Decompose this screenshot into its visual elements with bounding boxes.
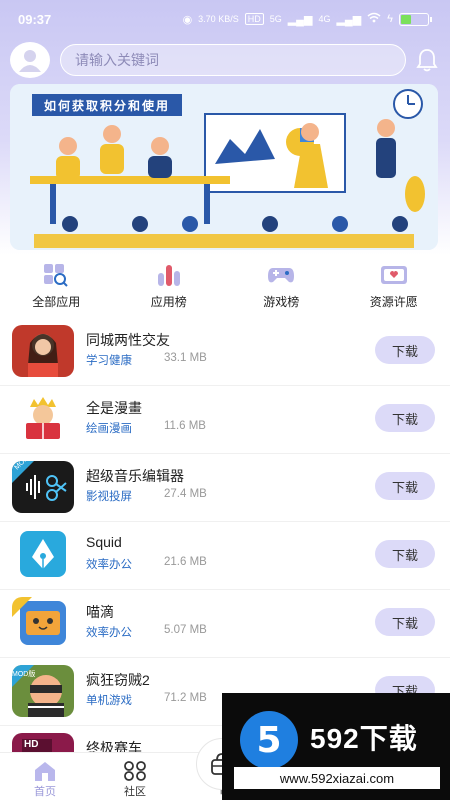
- app-size: 21.6 MB: [164, 556, 207, 568]
- tab-label: 社区: [124, 786, 146, 798]
- app-name: Squid: [86, 534, 122, 550]
- tab-community[interactable]: 社区: [90, 753, 180, 800]
- ranking-bars-icon: [155, 262, 183, 288]
- watermark-title: 592下载: [310, 723, 418, 754]
- app-category[interactable]: 影视投屏: [86, 488, 132, 504]
- app-size: 27.4 MB: [164, 488, 207, 500]
- eye-icon: ◉: [182, 13, 193, 26]
- signal-bars-icon-2: ▂▄▆: [336, 13, 362, 26]
- app-name: 同城两性交友: [86, 332, 170, 348]
- watermark-url: www.592xiazai.com: [234, 767, 440, 789]
- app-category[interactable]: 效率办公: [86, 556, 132, 572]
- cat-app-icon: [12, 597, 74, 649]
- app-name: 喵滴: [86, 604, 114, 620]
- search-input[interactable]: 请输入关键词: [60, 44, 406, 76]
- battery-fill: [401, 14, 412, 24]
- app-name: 全是漫畫: [86, 400, 142, 416]
- user-avatar-icon[interactable]: [10, 42, 50, 78]
- category-label: 游戏榜: [263, 295, 300, 309]
- promo-banner[interactable]: 如何获取积分和使用: [10, 84, 438, 250]
- audio-scissors-app-icon: MOD版: [12, 461, 74, 513]
- download-button[interactable]: 下载: [375, 404, 435, 432]
- app-category[interactable]: 效率办公: [86, 624, 132, 640]
- category-app-ranking[interactable]: 应用榜: [113, 262, 226, 314]
- search-placeholder: 请输入关键词: [75, 52, 159, 68]
- comic-reader-app-icon: [12, 393, 74, 445]
- pen-nib-app-icon: [12, 529, 74, 581]
- gamepad-icon: [267, 262, 295, 288]
- app-name: 疯狂窃贼2: [86, 672, 150, 688]
- app-size: 5.07 MB: [164, 624, 207, 636]
- mod-badge: MOD版: [12, 671, 36, 678]
- network-speed: 3.70 KB/S: [198, 14, 239, 24]
- list-item[interactable]: 全是漫畫 绘画漫画 11.6 MB 下载: [0, 386, 450, 454]
- tab-label: 首页: [34, 786, 56, 798]
- bell-icon[interactable]: [414, 45, 440, 75]
- category-label: 资源许愿: [369, 295, 418, 309]
- home-icon: [33, 759, 57, 783]
- category-shortcuts: 全部应用 应用榜 游戏榜 资源许愿: [0, 262, 450, 314]
- hd-badge: HD: [244, 13, 264, 25]
- category-label: 全部应用: [32, 295, 81, 309]
- app-category[interactable]: 绘画漫画: [86, 420, 132, 436]
- search-row: 请输入关键词: [10, 42, 442, 78]
- download-button[interactable]: 下载: [375, 336, 435, 364]
- category-resource-wish[interactable]: 资源许愿: [338, 262, 450, 314]
- app-name: 超级音乐编辑器: [86, 468, 184, 484]
- portrait-app-icon: [12, 325, 74, 377]
- category-label: 应用榜: [150, 295, 187, 309]
- site-watermark: 5 592下载 www.592xiazai.com: [222, 693, 450, 800]
- download-button[interactable]: 下载: [375, 472, 435, 500]
- watermark-logo: 5: [240, 711, 298, 769]
- tab-home[interactable]: 首页: [0, 753, 90, 800]
- battery-icon: [399, 12, 432, 26]
- status-time: 09:37: [18, 11, 52, 27]
- app-size: 33.1 MB: [164, 352, 207, 364]
- status-bar: 09:37 ◉ 3.70 KB/S HD 5G ▂▄▆ 4G ▂▄▆ ϟ: [0, 0, 450, 38]
- community-icon: [123, 759, 147, 783]
- category-all-apps[interactable]: 全部应用: [0, 262, 113, 314]
- hd-badge: HD: [24, 739, 39, 750]
- apps-search-icon: [42, 262, 70, 288]
- app-category[interactable]: 单机游戏: [86, 692, 132, 708]
- signal-5g: 5G: [269, 14, 282, 24]
- signal-4g: 4G: [318, 14, 331, 24]
- list-item[interactable]: 喵滴 效率办公 5.07 MB 下载: [0, 590, 450, 658]
- download-button[interactable]: 下载: [375, 540, 435, 568]
- app-size: 71.2 MB: [164, 692, 207, 704]
- list-item[interactable]: 同城两性交友 学习健康 33.1 MB 下载: [0, 318, 450, 386]
- category-game-ranking[interactable]: 游戏榜: [225, 262, 338, 314]
- app-category[interactable]: 学习健康: [86, 352, 132, 368]
- signal-bars-icon: ▂▄▆: [287, 13, 313, 26]
- thief-game-app-icon: MOD版: [12, 665, 74, 717]
- wifi-icon: [367, 12, 381, 26]
- app-size: 11.6 MB: [164, 420, 206, 432]
- status-icons: ◉ 3.70 KB/S HD 5G ▂▄▆ 4G ▂▄▆ ϟ: [183, 12, 432, 26]
- banner-title: 如何获取积分和使用: [32, 94, 183, 116]
- charging-icon: ϟ: [387, 13, 393, 25]
- wish-card-icon: [380, 262, 408, 288]
- list-item[interactable]: Squid 效率办公 21.6 MB 下载: [0, 522, 450, 590]
- download-button[interactable]: 下载: [375, 608, 435, 636]
- list-item[interactable]: MOD版 超级音乐编辑器 影视投屏 27.4 MB 下载: [0, 454, 450, 522]
